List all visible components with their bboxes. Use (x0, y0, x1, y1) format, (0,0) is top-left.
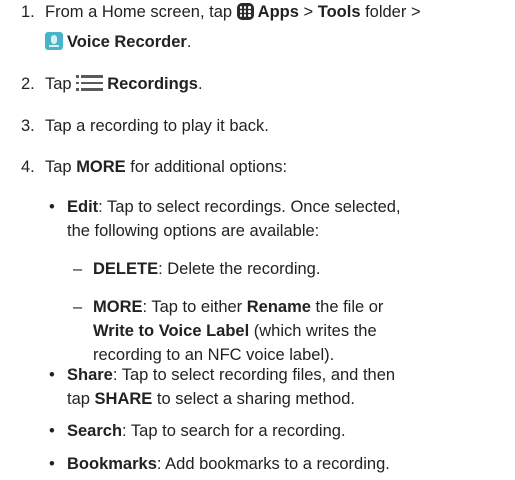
step-text: Tap (45, 75, 77, 93)
sub-option-text: the file or (310, 298, 384, 316)
tools-label: Tools (317, 3, 361, 21)
option-term: Bookmarks (67, 455, 157, 473)
sub-option-more-line-2: Write to Voice Label (which writes the (93, 319, 377, 343)
option-text: : Add bookmarks to a recording. (156, 455, 390, 473)
step-number: 1. (21, 3, 35, 21)
separator: > (298, 3, 318, 21)
step-number: 4. (21, 158, 35, 176)
option-share-line-2: tap SHARE to select a sharing method. (67, 387, 355, 411)
write-to-voice-label: Write to Voice Label (93, 322, 250, 340)
step-1-line-2: Voice Recorder. (45, 30, 191, 54)
bullet: • (49, 455, 55, 473)
step-number: 3. (21, 117, 35, 135)
period: . (186, 33, 192, 51)
bullet: • (49, 198, 55, 216)
step-number: 2. (21, 75, 35, 93)
option-edit-line-2: the following options are available: (67, 222, 320, 240)
list-icon (76, 74, 104, 92)
option-text: to select a sharing method. (152, 390, 355, 408)
sub-option-text: : Delete the recording. (158, 260, 321, 278)
step-text-end: for additional options: (125, 158, 288, 176)
bullet: • (49, 422, 55, 440)
option-term: Search (67, 422, 123, 440)
rename-label: Rename (246, 298, 311, 316)
sub-option-text: (which writes the (249, 322, 377, 340)
more-label: MORE (76, 158, 126, 176)
step-text: Tap (45, 158, 77, 176)
step-text: From a Home screen, tap (45, 3, 237, 21)
option-term: Share (67, 366, 113, 384)
voice-recorder-label: Voice Recorder (67, 33, 187, 51)
sub-option-term: MORE (93, 298, 143, 316)
dash: – (73, 260, 83, 278)
bullet: • (49, 366, 55, 384)
apps-label: Apps (257, 3, 299, 21)
option-text: : Tap to search for a recording. (122, 422, 346, 440)
step-text-folder: folder > (360, 3, 421, 21)
recordings-label: Recordings (107, 75, 198, 93)
dash: – (73, 298, 83, 316)
period: . (197, 75, 203, 93)
voice-recorder-app-icon (45, 32, 63, 50)
apps-grid-icon (236, 3, 254, 20)
share-label: SHARE (94, 390, 153, 408)
option-term: Edit (67, 198, 99, 216)
step-text: Tap a recording to play it back. (45, 117, 269, 135)
instructions-document: 1. From a Home screen, tap Apps > Tools … (0, 0, 515, 480)
sub-option-term: DELETE (93, 260, 159, 278)
option-text: tap (67, 390, 95, 408)
option-text: : Tap to select recording files, and the… (112, 366, 396, 384)
sub-option-text: : Tap to either (142, 298, 247, 316)
option-text: : Tap to select recordings. Once selecte… (98, 198, 401, 216)
